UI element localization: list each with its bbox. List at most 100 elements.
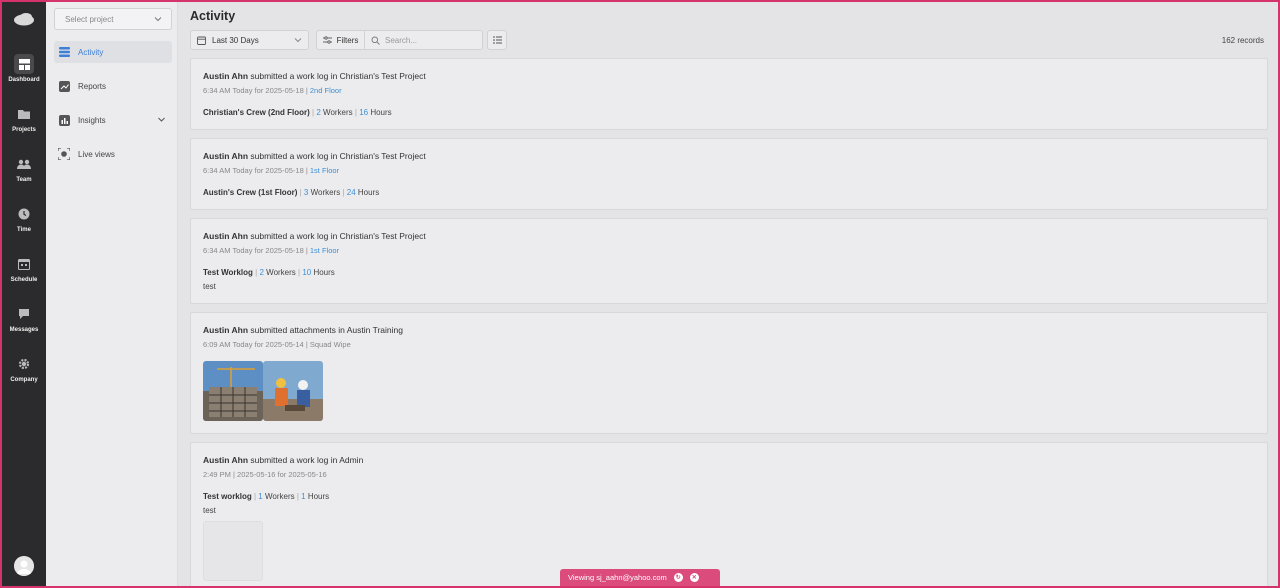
workers-label: Workers	[320, 108, 355, 117]
crew-name: Test worklog	[203, 492, 252, 501]
activity-action: submitted a work log in Christian's Test…	[248, 231, 426, 241]
main-rail: Dashboard Projects Team Time Schedule Me…	[2, 2, 46, 586]
activity-meta: 6:34 AM Today for 2025-05-18 | 2nd Floor	[203, 86, 342, 95]
activity-card[interactable]: Austin Ahn submitted a work log in Chris…	[190, 58, 1268, 130]
rail-item-dashboard[interactable]: Dashboard	[2, 52, 46, 96]
chevron-down-icon	[294, 38, 302, 43]
attachment-thumbnail[interactable]	[263, 361, 323, 421]
activity-headline: Austin Ahn submitted a work log in Chris…	[203, 71, 426, 81]
rail-item-team[interactable]: Team	[2, 152, 46, 196]
rail-item-label: Team	[16, 177, 32, 183]
cloud-logo-icon	[14, 13, 34, 26]
construction-photo-icon	[203, 361, 263, 421]
activity-summary: Test Worklog | 2 Workers | 10 Hours	[203, 268, 335, 277]
chevron-down-icon	[154, 17, 162, 22]
search-placeholder: Search...	[385, 35, 418, 45]
hours-label: Hours	[311, 268, 335, 277]
rail-item-label: Dashboard	[8, 77, 40, 83]
sidebar-item-insights[interactable]: Insights	[54, 109, 172, 131]
calendar-icon	[197, 36, 206, 45]
activity-headline: Austin Ahn submitted a work log in Chris…	[203, 231, 426, 241]
rail-item-label: Company	[10, 377, 38, 383]
team-icon	[14, 154, 34, 174]
sidebar-item-label: Insights	[78, 115, 106, 125]
hours-count: 16	[359, 108, 369, 117]
impersonation-text: Viewing sj_aahn@yahoo.com	[568, 573, 667, 582]
activity-summary: Austin's Crew (1st Floor) | 3 Workers | …	[203, 188, 380, 197]
search-icon	[371, 36, 380, 45]
workers-label: Workers	[262, 492, 297, 501]
calendar-icon	[14, 254, 34, 274]
workers-photo-icon	[263, 361, 323, 421]
chevron-down-icon	[158, 117, 165, 122]
hours-count: 24	[346, 188, 356, 197]
activity-meta: 2:49 PM | 2025-05-16 for 2025-05-16	[203, 470, 327, 479]
filters-button[interactable]: Filters	[317, 31, 365, 49]
activity-headline: Austin Ahn submitted a work log in Admin	[203, 455, 363, 465]
filters-label: Filters	[336, 35, 359, 45]
activity-icon	[58, 46, 70, 58]
activity-card[interactable]: Austin Ahn submitted a work log in Admin…	[190, 442, 1268, 588]
activity-action: submitted attachments in Austin Training	[248, 325, 403, 335]
date-range-select[interactable]: Last 30 Days	[190, 30, 309, 50]
bar-chart-icon	[58, 114, 70, 126]
workers-label: Workers	[263, 268, 299, 277]
activity-card[interactable]: Austin Ahn submitted a work log in Chris…	[190, 218, 1268, 304]
activity-note: test	[203, 506, 216, 515]
switch-user-icon[interactable]: ↻	[673, 573, 683, 582]
activity-card[interactable]: Austin Ahn submitted a work log in Chris…	[190, 138, 1268, 210]
activity-action: submitted a work log in Christian's Test…	[248, 151, 426, 161]
crew-name: Austin's Crew (1st Floor)	[203, 188, 298, 197]
activity-card[interactable]: Austin Ahn submitted attachments in Aust…	[190, 312, 1268, 434]
rail-item-schedule[interactable]: Schedule	[2, 252, 46, 296]
rail-item-messages[interactable]: Messages	[2, 302, 46, 346]
date-range-value: Last 30 Days	[212, 35, 259, 45]
search-input[interactable]: Search...	[365, 36, 482, 45]
activity-user[interactable]: Austin Ahn	[203, 231, 248, 241]
rail-item-label: Time	[17, 227, 31, 233]
sidebar-item-label: Reports	[78, 81, 107, 91]
secondary-sidebar: Select project Activity Reports Insights…	[46, 2, 178, 586]
activity-note: test	[203, 282, 216, 291]
activity-meta: 6:34 AM Today for 2025-05-18 | 1st Floor	[203, 166, 339, 175]
chat-icon	[14, 304, 34, 324]
sidebar-item-activity[interactable]: Activity	[54, 41, 172, 63]
sidebar-item-reports[interactable]: Reports	[54, 75, 172, 97]
activity-user[interactable]: Austin Ahn	[203, 455, 248, 465]
hours-label: Hours	[305, 492, 330, 501]
impersonation-banner: Viewing sj_aahn@yahoo.com ↻ ✕	[560, 569, 720, 586]
activity-user[interactable]: Austin Ahn	[203, 151, 248, 161]
activity-headline: Austin Ahn submitted attachments in Aust…	[203, 325, 403, 335]
activity-location-link[interactable]: 2nd Floor	[310, 86, 342, 95]
attachment-thumbnail[interactable]	[203, 521, 263, 581]
activity-headline: Austin Ahn submitted a work log in Chris…	[203, 151, 426, 161]
activity-location-link[interactable]: 1st Floor	[310, 166, 339, 175]
hours-label: Hours	[355, 188, 380, 197]
rail-item-label: Messages	[9, 327, 39, 333]
avatar[interactable]	[14, 556, 34, 576]
rail-item-label: Projects	[12, 127, 36, 133]
activity-meta-text: 6:34 AM Today for 2025-05-18 |	[203, 246, 310, 255]
hours-label: Hours	[368, 108, 392, 117]
activity-meta-text: 6:34 AM Today for 2025-05-18 |	[203, 166, 310, 175]
activity-location-link[interactable]: 1st Floor	[310, 246, 339, 255]
list-icon	[492, 36, 502, 44]
activity-user[interactable]: Austin Ahn	[203, 71, 248, 81]
project-select[interactable]: Select project	[54, 8, 172, 30]
list-view-button[interactable]	[487, 30, 507, 50]
crew-name: Christian's Crew (2nd Floor)	[203, 108, 310, 117]
sidebar-item-live-views[interactable]: Live views	[54, 143, 172, 165]
sliders-icon	[322, 36, 332, 44]
rail-item-company[interactable]: Company	[2, 352, 46, 396]
activity-action: submitted a work log in Admin	[248, 455, 364, 465]
rail-item-time[interactable]: Time	[2, 202, 46, 246]
activity-summary: Test worklog | 1 Workers | 1 Hours	[203, 492, 330, 501]
close-icon[interactable]: ✕	[689, 573, 699, 582]
attachment-thumbnail[interactable]	[203, 361, 263, 421]
project-select-placeholder: Select project	[65, 15, 114, 24]
toolbar: Last 30 Days Filters Search...	[190, 30, 507, 50]
activity-action: submitted a work log in Christian's Test…	[248, 71, 426, 81]
rail-item-projects[interactable]: Projects	[2, 102, 46, 146]
activity-user[interactable]: Austin Ahn	[203, 325, 248, 335]
sidebar-item-label: Activity	[78, 47, 104, 57]
